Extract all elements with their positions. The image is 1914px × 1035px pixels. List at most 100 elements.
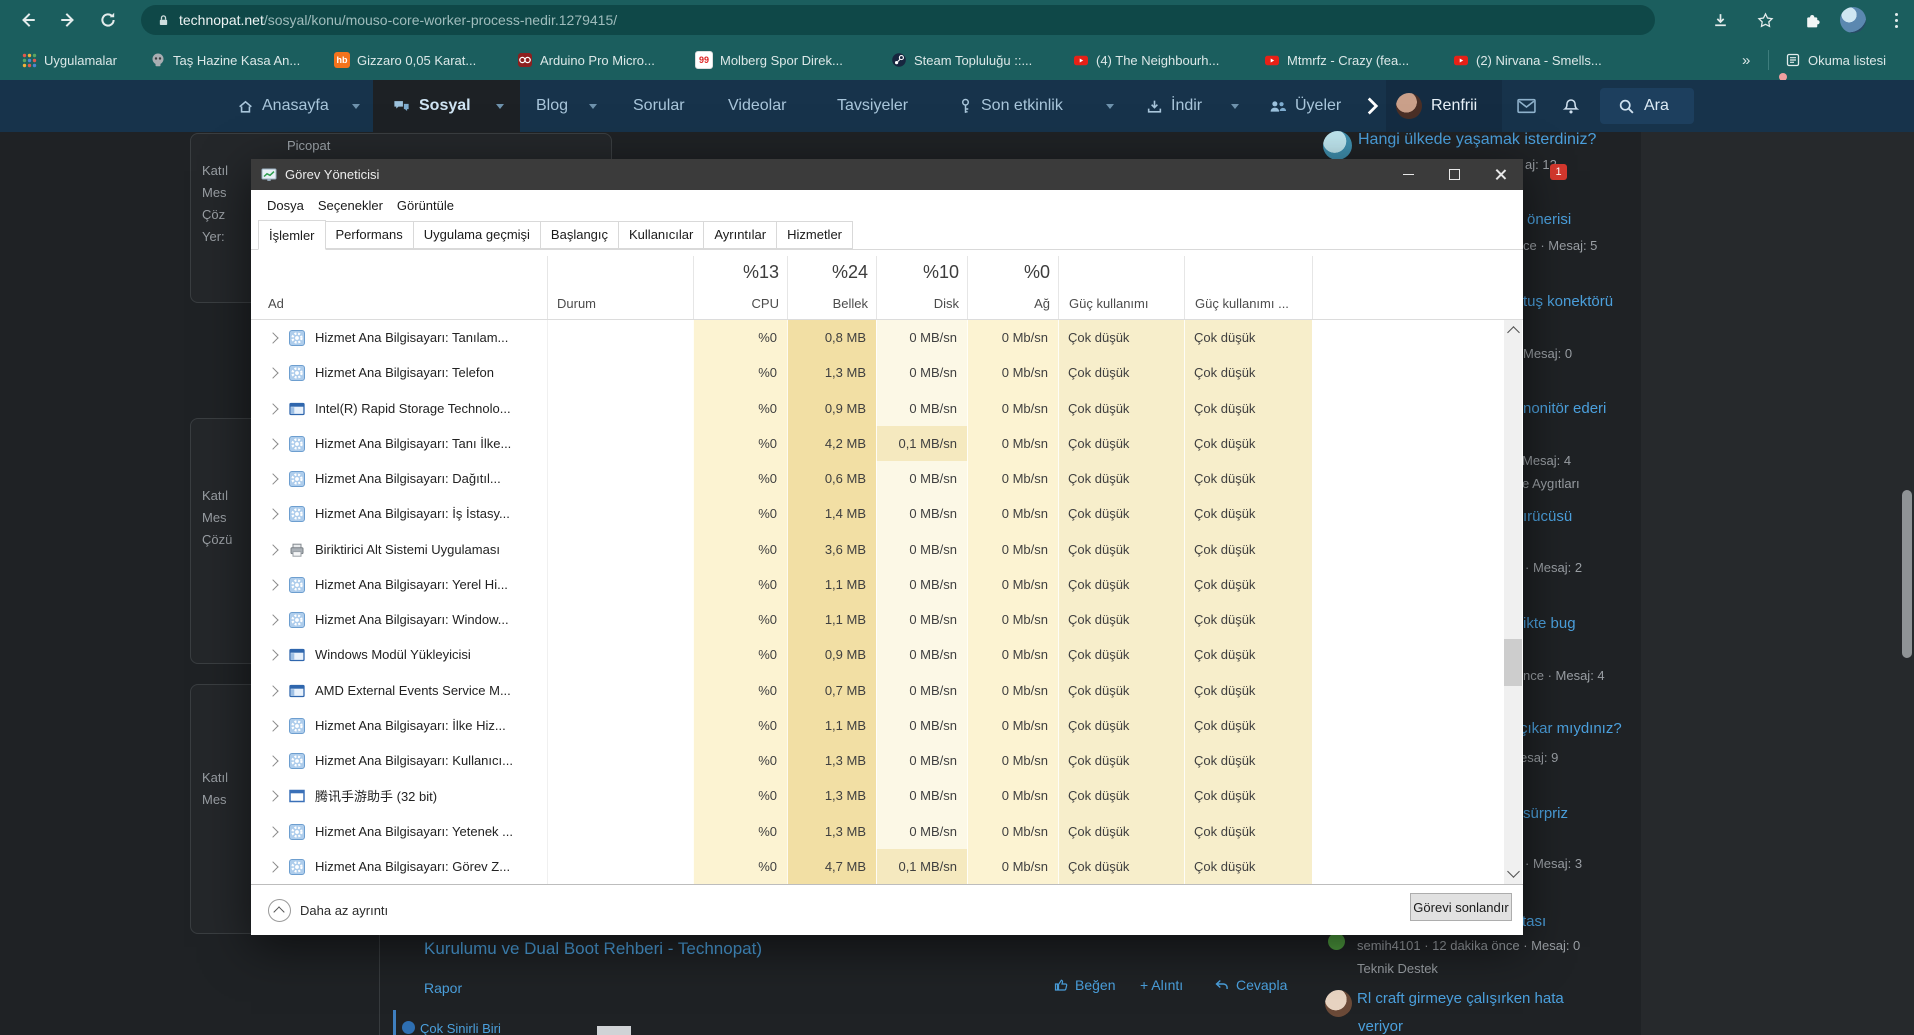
tm-tab-ayr-nt-lar[interactable]: Ayrıntılar xyxy=(703,221,778,249)
nav-blog-caret[interactable] xyxy=(589,80,597,132)
nav-indir-caret[interactable] xyxy=(1231,80,1239,132)
minimize-button[interactable] xyxy=(1385,159,1431,190)
scrollbar-thumb[interactable] xyxy=(1504,639,1522,686)
tm-tab-performans[interactable]: Performans xyxy=(324,221,414,249)
maximize-button[interactable] xyxy=(1431,159,1477,190)
nav-sorular[interactable]: Sorular xyxy=(633,80,685,132)
report-link[interactable]: Rapor xyxy=(424,980,462,996)
sidebar-thread-link[interactable]: veriyor xyxy=(1358,1018,1403,1035)
sidebar-thread-link[interactable]: ırücüsü xyxy=(1523,508,1572,525)
process-row[interactable]: Hizmet Ana Bilgisayarı: Yerel Hi... %0 1,1… xyxy=(251,566,1504,602)
close-button[interactable] xyxy=(1477,159,1523,190)
sidebar-thread-link[interactable]: Rl craft girmeye çalışırken hata xyxy=(1357,990,1564,1007)
bookmark-item[interactable]: Steam Topluluğu ::... xyxy=(891,40,1032,80)
sidebar-thread-link[interactable]: çıkar mıydınız? xyxy=(1520,720,1622,737)
column-header-net[interactable]: Ağ xyxy=(967,296,1050,311)
bookmark-item[interactable]: Arduino Pro Micro... xyxy=(517,40,655,80)
expand-chevron-icon[interactable] xyxy=(267,332,279,344)
expand-chevron-icon[interactable] xyxy=(267,543,279,556)
process-row[interactable]: Hizmet Ana Bilgisayarı: Dağıtıl... %0 0,6 … xyxy=(251,461,1504,497)
bookmark-item[interactable]: Taş Hazine Kasa An... xyxy=(150,40,300,80)
end-task-button[interactable]: Görevi sonlandır xyxy=(1410,893,1512,921)
less-details-label[interactable]: Daha az ayrıntı xyxy=(300,903,388,918)
forward-icon[interactable] xyxy=(56,8,80,32)
expand-chevron-icon[interactable] xyxy=(267,790,279,802)
bell-icon[interactable] xyxy=(1562,80,1580,132)
column-header-disk[interactable]: Disk xyxy=(876,296,959,311)
process-row[interactable]: Hizmet Ana Bilgisayarı: Tanılam... %0 0,8 … xyxy=(251,320,1504,356)
quote-expand-box[interactable] xyxy=(597,1026,631,1035)
nav-blog[interactable]: Blog xyxy=(536,80,568,132)
menu-goruntule[interactable]: Görüntüle xyxy=(390,198,461,213)
bookmark-item[interactable]: (2) Nirvana - Smells... xyxy=(1453,40,1602,80)
inbox-envelope-icon[interactable] xyxy=(1517,80,1536,132)
apps-shortcut[interactable]: Uygulamalar xyxy=(21,40,117,80)
column-header-cpu[interactable]: CPU xyxy=(693,296,779,311)
expand-chevron-icon[interactable] xyxy=(267,825,279,838)
tm-scrollbar[interactable] xyxy=(1504,320,1522,884)
nav-expand-chevron-icon[interactable] xyxy=(1366,80,1379,132)
nav-son-etkinlik-caret[interactable] xyxy=(1106,80,1114,132)
column-header-mem[interactable]: Bellek xyxy=(787,296,868,311)
quote-author[interactable]: Çok Sinirli Biri xyxy=(420,1021,501,1035)
expand-chevron-icon[interactable] xyxy=(267,473,279,485)
nav-anasayfa[interactable]: Anasayfa xyxy=(237,80,329,132)
sidebar-thread-link[interactable]: sürpriz xyxy=(1523,805,1568,822)
sidebar-thread-link[interactable]: Hangi ülkede yaşamak isterdiniz? xyxy=(1358,131,1596,149)
expand-chevron-icon[interactable] xyxy=(267,684,279,697)
column-header-pw[interactable]: Güç kullanımı xyxy=(1069,296,1148,311)
menu-secenekler[interactable]: Seçenekler xyxy=(311,198,390,213)
expand-chevron-icon[interactable] xyxy=(267,861,279,873)
address-bar[interactable]: technopat.net/sosyal/konu/mouso-core-wor… xyxy=(141,5,1655,35)
sidebar-thread-link[interactable]: tası xyxy=(1522,913,1546,930)
download-icon[interactable] xyxy=(1708,8,1732,32)
column-total-net[interactable]: %0 xyxy=(967,262,1050,283)
thread-avatar[interactable] xyxy=(1328,933,1345,950)
bookmarks-overflow-chevron[interactable]: » xyxy=(1742,40,1750,80)
bookmark-item[interactable]: Mtmrfz - Crazy (fea... xyxy=(1264,40,1409,80)
expand-chevron-icon[interactable] xyxy=(267,755,279,767)
process-row[interactable]: Hizmet Ana Bilgisayarı: Telefon %0 1,3 MB 0… xyxy=(251,355,1504,391)
expand-chevron-icon[interactable] xyxy=(267,402,279,415)
nav-tavsiyeler[interactable]: Tavsiyeler xyxy=(837,80,908,132)
process-row[interactable]: Intel(R) Rapid Storage Technolo... %0 0,9 … xyxy=(251,390,1504,426)
expand-chevron-icon[interactable] xyxy=(267,438,279,450)
process-row[interactable]: Hizmet Ana Bilgisayarı: İlke Hiz... %0 1,1… xyxy=(251,707,1504,743)
reply-button[interactable]: Cevapla xyxy=(1213,977,1287,993)
expand-chevron-icon[interactable] xyxy=(267,508,279,520)
nav-user[interactable]: Renfrii xyxy=(1396,80,1477,132)
column-header-pwt[interactable]: Güç kullanımı ... xyxy=(1195,296,1289,311)
expand-chevron-icon[interactable] xyxy=(267,614,279,626)
nav-sosyal[interactable]: Sosyal xyxy=(392,80,471,132)
nav-uyeler[interactable]: Üyeler xyxy=(1268,80,1341,132)
process-row[interactable]: Biriktirici Alt Sistemi Uygulaması %0 3,6 … xyxy=(251,531,1504,567)
bookmark-item[interactable]: 99 Molberg Spor Direk... xyxy=(695,40,843,80)
nav-search[interactable]: Ara xyxy=(1618,80,1669,132)
column-header-ad[interactable]: Ad xyxy=(268,296,284,311)
extensions-puzzle-icon[interactable] xyxy=(1800,8,1824,32)
process-row[interactable]: Hizmet Ana Bilgisayarı: İş İstasy... %0 1,… xyxy=(251,496,1504,532)
process-row[interactable]: Windows Modül Yükleyicisi %0 0,9 MB 0 MB/sn… xyxy=(251,637,1504,673)
tm-tab-uygulama-ge-mi-i[interactable]: Uygulama geçmişi xyxy=(412,221,541,249)
reading-list-button[interactable]: Okuma listesi xyxy=(1785,40,1886,80)
sidebar-thread-link[interactable]: nonitör ederi xyxy=(1523,400,1606,417)
bookmark-item[interactable]: hb Gizzaro 0,05 Karat... xyxy=(334,40,476,80)
expand-chevron-icon[interactable] xyxy=(267,649,279,661)
thread-avatar[interactable] xyxy=(1325,990,1352,1017)
process-row[interactable]: AMD External Events Service M... %0 0,7 MB… xyxy=(251,672,1504,708)
nav-videolar[interactable]: Videolar xyxy=(728,80,786,132)
tm-tab-kullan-c-lar[interactable]: Kullanıcılar xyxy=(618,221,705,249)
process-row[interactable]: Hizmet Ana Bilgisayarı: Kullanıcı... %0 1,… xyxy=(251,743,1504,779)
process-row[interactable]: 腾讯手游助手 (32 bit) %0 1,3 MB 0 MB/sn 0 Mb/sn Çok… xyxy=(251,778,1504,814)
process-row[interactable]: Hizmet Ana Bilgisayarı: Tanı İlke... %0 4,… xyxy=(251,425,1504,461)
column-total-cpu[interactable]: %13 xyxy=(693,262,779,283)
process-row[interactable]: Hizmet Ana Bilgisayarı: Görev Z... %0 4,7 … xyxy=(251,848,1504,884)
expand-chevron-icon[interactable] xyxy=(267,579,279,591)
browser-menu-icon[interactable] xyxy=(1884,8,1908,32)
process-row[interactable]: Hizmet Ana Bilgisayarı: Yetenek ... %0 1,3… xyxy=(251,813,1504,849)
nav-son-etkinlik[interactable]: Son etkinlik xyxy=(958,80,1063,132)
column-total-mem[interactable]: %24 xyxy=(787,262,868,283)
column-total-disk[interactable]: %10 xyxy=(876,262,959,283)
back-icon[interactable] xyxy=(16,8,40,32)
tm-tab-i-lemler[interactable]: İşlemler xyxy=(258,220,326,250)
